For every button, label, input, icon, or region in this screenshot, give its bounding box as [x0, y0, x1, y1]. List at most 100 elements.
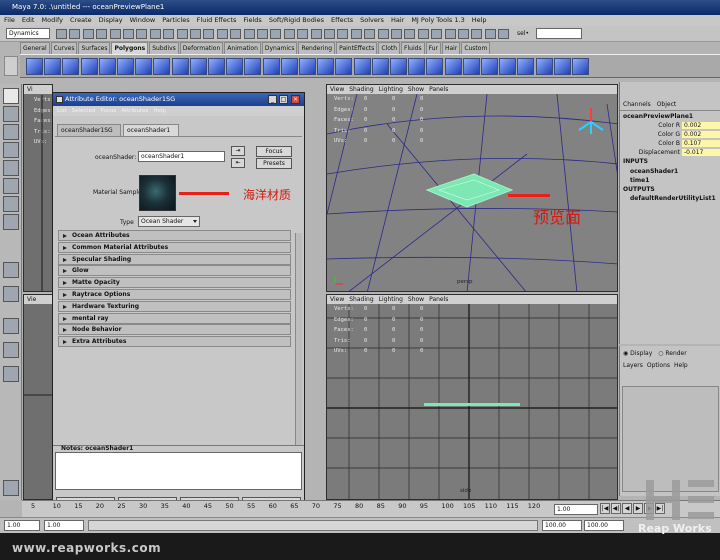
- shelf-tab[interactable]: Fur: [425, 42, 441, 54]
- attribute-editor-menu-item[interactable]: List: [57, 108, 67, 114]
- status-line-icon[interactable]: [96, 29, 108, 39]
- polygon-tool-icon[interactable]: [44, 58, 62, 75]
- status-line-icon[interactable]: [377, 29, 389, 39]
- polygon-tool-icon[interactable]: [553, 58, 571, 75]
- shelf-tab[interactable]: PaintEffects: [336, 42, 378, 54]
- status-line-icon[interactable]: [364, 29, 376, 39]
- status-line-icon[interactable]: [471, 29, 483, 39]
- panel-menu-item[interactable]: Lighting: [379, 296, 403, 303]
- section-node-behavior[interactable]: Node Behavior: [58, 324, 291, 336]
- menu-item[interactable]: Create: [70, 16, 92, 24]
- menu-item[interactable]: Soft/Rigid Bodies: [269, 16, 324, 24]
- polygon-tool-icon[interactable]: [535, 58, 553, 75]
- quick-select-field[interactable]: [536, 28, 582, 39]
- section-mental-ray[interactable]: mental ray: [58, 312, 291, 324]
- maximize-icon[interactable]: □: [279, 95, 288, 104]
- range-start-field[interactable]: 1.00: [4, 520, 40, 531]
- tool-icon[interactable]: [3, 124, 19, 140]
- polygon-tool-icon[interactable]: [426, 58, 444, 75]
- shelf-tab[interactable]: Polygons: [111, 42, 149, 54]
- tool-icon[interactable]: [3, 262, 19, 278]
- shelf-tab[interactable]: Dynamics: [261, 42, 298, 54]
- polygon-tool-icon[interactable]: [517, 58, 535, 75]
- tool-icon[interactable]: [3, 160, 19, 176]
- shelf-tab[interactable]: Surfaces: [78, 42, 111, 54]
- panel-menu-item[interactable]: Panels: [429, 86, 448, 93]
- section-specular-shading[interactable]: Specular Shading: [58, 253, 291, 265]
- shelf-tab[interactable]: Curves: [50, 42, 78, 54]
- status-line-icon[interactable]: [136, 29, 148, 39]
- status-line-icon[interactable]: [190, 29, 201, 39]
- status-line-icon[interactable]: [270, 29, 282, 39]
- menu-item[interactable]: Display: [99, 16, 123, 24]
- polygon-tool-icon[interactable]: [481, 58, 498, 75]
- layer-menu-item[interactable]: Options: [647, 362, 670, 369]
- status-line-icon[interactable]: [484, 29, 496, 39]
- tool-icon[interactable]: [3, 286, 19, 302]
- tool-icon[interactable]: [3, 342, 19, 358]
- attribute-editor-menu-item[interactable]: Selected: [72, 108, 96, 114]
- polygon-tool-icon[interactable]: [572, 58, 589, 75]
- shader-name-field[interactable]: oceanShader1: [138, 151, 225, 162]
- polygon-tool-icon[interactable]: [62, 58, 80, 75]
- input-node[interactable]: time1: [630, 177, 649, 184]
- section-matte-opacity[interactable]: Matte Opacity: [58, 277, 291, 289]
- status-line-icon[interactable]: [297, 29, 309, 39]
- playback-end-field[interactable]: 100.00: [542, 520, 582, 531]
- polygon-tool-icon[interactable]: [280, 58, 298, 75]
- tab-oceanshader1sg[interactable]: oceanShader1SG: [57, 124, 121, 136]
- shelf-tab[interactable]: General: [20, 42, 50, 54]
- polygon-tool-icon[interactable]: [135, 58, 153, 75]
- material-sample-swatch[interactable]: [139, 175, 176, 211]
- menu-item[interactable]: Effects: [331, 16, 353, 24]
- focus-button[interactable]: Focus: [256, 146, 292, 157]
- status-line-icon[interactable]: [498, 29, 510, 39]
- shelf-tab[interactable]: Hair: [441, 42, 461, 54]
- status-line-icon[interactable]: [163, 29, 175, 39]
- tool-icon[interactable]: [3, 196, 19, 212]
- status-line-icon[interactable]: [56, 29, 67, 39]
- polygon-tool-icon[interactable]: [208, 58, 225, 75]
- notes-textarea[interactable]: [55, 452, 302, 490]
- status-line-icon[interactable]: [82, 29, 94, 39]
- presets-button[interactable]: Presets: [256, 158, 292, 169]
- output-node[interactable]: defaultRenderUtilityList1: [630, 195, 716, 202]
- polygon-tool-icon[interactable]: [444, 58, 462, 75]
- polygon-tool-icon[interactable]: [189, 58, 207, 75]
- playback-icon[interactable]: ◀|: [611, 503, 621, 514]
- panel-menu-item[interactable]: Panels: [429, 296, 448, 303]
- polygon-tool-icon[interactable]: [26, 58, 43, 75]
- tool-icon[interactable]: [3, 142, 19, 158]
- channel-value[interactable]: 0.002: [682, 122, 720, 129]
- menu-item[interactable]: Hair: [391, 16, 404, 24]
- status-line-icon[interactable]: [417, 29, 429, 39]
- menu-item[interactable]: Solvers: [360, 16, 384, 24]
- shelf-tab[interactable]: Animation: [224, 42, 261, 54]
- polygon-tool-icon[interactable]: [317, 58, 335, 75]
- layer-menu-item[interactable]: Help: [674, 362, 688, 369]
- channel-value[interactable]: 0.107: [682, 140, 720, 147]
- shelf-menu-icon[interactable]: [4, 56, 18, 76]
- channel-value[interactable]: 0.002: [682, 131, 720, 138]
- attribute-editor-menu-item[interactable]: Focus: [100, 108, 116, 114]
- menu-item[interactable]: Window: [130, 16, 156, 24]
- tab-oceanshader1[interactable]: oceanShader1: [123, 124, 179, 136]
- status-line-icon[interactable]: [444, 29, 456, 39]
- polygon-tool-icon[interactable]: [335, 58, 353, 75]
- status-line-icon[interactable]: [176, 29, 188, 39]
- polygon-tool-icon[interactable]: [117, 58, 134, 75]
- ocean-plane-side[interactable]: [424, 403, 520, 406]
- status-line-icon[interactable]: [404, 29, 416, 39]
- polygon-tool-icon[interactable]: [390, 58, 407, 75]
- channels-tab[interactable]: Channels: [623, 101, 651, 108]
- section-ocean-attributes[interactable]: Ocean Attributes: [58, 230, 291, 241]
- menu-item[interactable]: MJ Poly Tools 1.3: [411, 16, 464, 24]
- polygon-tool-icon[interactable]: [353, 58, 371, 75]
- panel-menu-item[interactable]: Shading: [349, 86, 373, 93]
- playback-icon[interactable]: ◀: [622, 503, 632, 514]
- output-connection-icon[interactable]: ⇤: [231, 158, 245, 168]
- panel-menu-item[interactable]: Show: [408, 296, 424, 303]
- status-line-icon[interactable]: [458, 29, 469, 39]
- polygon-tool-icon[interactable]: [153, 58, 171, 75]
- section-raytrace-options[interactable]: Raytrace Options: [58, 289, 291, 300]
